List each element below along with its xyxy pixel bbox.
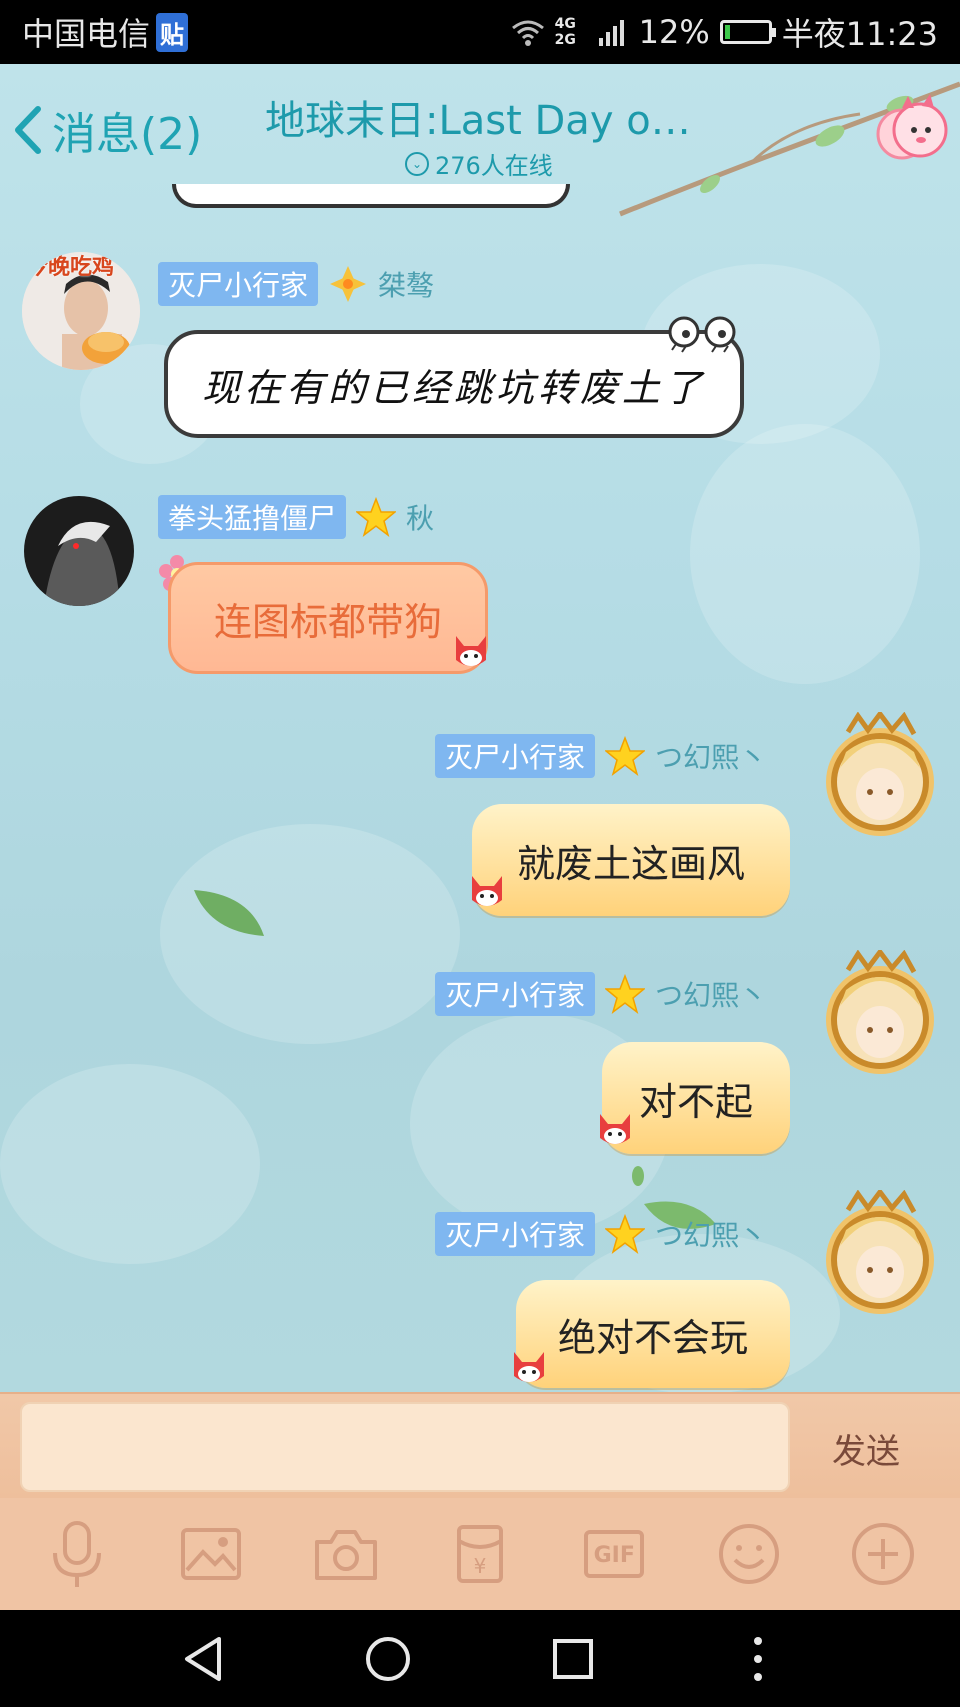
title-tag: 灭尸小行家 [435,1212,596,1256]
sender-nickname[interactable]: 秋 [406,497,434,537]
sender-nickname[interactable]: つ幻熙丶 [655,1214,767,1254]
battery-icon [719,20,776,44]
online-count-label: 276人在线 [435,152,553,180]
chat-title[interactable]: 地球末日:Last Day on... [265,88,705,146]
group-avatar[interactable] [872,92,948,168]
more-vertical-icon [753,1636,762,1681]
nav-back-button[interactable] [173,1629,233,1689]
message-bubble[interactable]: 连图标都带狗 [168,562,488,674]
svg-text:¥: ¥ [474,1554,487,1578]
chat-toolbar: ¥ GIF [0,1498,960,1610]
signal-icon [598,20,624,46]
rain-cloud-icon [668,316,736,353]
camera-button[interactable] [311,1519,381,1589]
avatar[interactable] [818,1190,938,1320]
system-nav-bar [0,1610,960,1707]
star-badge-icon [605,974,646,1014]
chat-area[interactable] [0,64,960,1392]
more-button[interactable] [848,1519,918,1589]
avatar[interactable] [818,712,938,842]
red-packet-button[interactable]: ¥ [445,1519,515,1589]
sender-meta: 灭尸小行家 つ幻熙丶 [435,972,767,1016]
circle-home-icon [365,1636,410,1681]
clock: 半夜11:23 [781,15,938,53]
image-button[interactable] [176,1519,246,1589]
online-count[interactable]: ⌄ 276人在线 [405,146,553,181]
mic-icon [53,1521,102,1587]
voice-button[interactable] [42,1519,112,1589]
carrier-name: 中国电信 [22,15,151,53]
star-badge-icon [605,1214,646,1254]
avatar[interactable]: 今晚吃鸡 [22,252,140,370]
message-bubble[interactable]: 绝对不会玩 [516,1280,790,1388]
battery-percent: 12% [638,13,710,51]
carrier: 中国电信 贴 [22,9,189,55]
square-recents-icon [552,1638,593,1679]
camera-icon [314,1530,377,1580]
sender-nickname[interactable]: つ幻熙丶 [655,974,767,1014]
message-bubble[interactable]: 现在有的已经跳坑转废土了 [164,330,744,438]
nav-menu-button[interactable] [728,1629,788,1689]
nav-home-button[interactable] [358,1629,418,1689]
red-packet-icon: ¥ [456,1525,503,1583]
title-tag: 拳头猛撸僵尸 [158,495,347,539]
chat-header: 消息(2) 地球末日:Last Day on... ⌄ 276人在线 [0,64,960,194]
leaf-decoration [194,890,264,936]
wifi-icon [511,20,544,46]
title-tag: 灭尸小行家 [435,972,596,1016]
sender-meta: 灭尸小行家 つ幻熙丶 [435,734,767,778]
image-icon [181,1528,242,1580]
gif-label: GIF [593,1542,635,1568]
fox-mascot-icon [472,876,502,906]
sender-nickname[interactable]: 桀骜 [378,264,434,304]
chevron-left-icon [15,106,41,154]
plus-icon [851,1523,914,1585]
diamond-badge-icon [330,266,367,302]
previous-message-bubble [172,184,570,208]
fox-mascot-icon [514,1352,544,1382]
emoji-button[interactable] [714,1519,784,1589]
fox-mascot-icon [600,1114,630,1144]
avatar[interactable] [24,496,134,606]
network-type: 4G 2G [554,16,576,48]
sender-meta: 拳头猛撸僵尸 秋 [158,495,434,539]
chevron-down-icon: ⌄ [405,151,429,176]
title-tag: 灭尸小行家 [158,262,319,306]
sender-nickname[interactable]: つ幻熙丶 [655,736,767,776]
leaf-decoration [632,1166,644,1186]
message-bubble[interactable]: 就废土这画风 [472,804,790,916]
sender-meta: 灭尸小行家 桀骜 [158,262,434,306]
sender-meta: 灭尸小行家 つ幻熙丶 [435,1212,767,1256]
avatar-image [24,496,134,606]
send-button[interactable]: 发送 [832,1424,900,1473]
back-label: 消息(2) [52,109,203,160]
title-tag: 灭尸小行家 [435,734,596,778]
status-indicators: 4G 2G 12% 半夜11:23 [511,9,938,55]
emoji-icon [718,1524,779,1584]
star-badge-icon [605,736,646,776]
avatar-caption: 今晚吃鸡 [26,255,115,280]
star-badge-icon [356,497,397,537]
input-bar: 发送 [0,1392,960,1498]
nav-recents-button[interactable] [543,1629,603,1689]
triangle-back-icon [184,1636,221,1681]
message-input[interactable] [20,1402,790,1492]
back-button[interactable]: 消息(2) [12,98,202,162]
gif-button[interactable]: GIF [579,1519,649,1589]
status-bar: 中国电信 贴 4G 2G 12% 半夜11:23 [0,0,960,64]
fox-mascot-icon [456,636,486,666]
tieba-badge-icon: 贴 [156,12,189,52]
avatar[interactable] [818,950,938,1080]
